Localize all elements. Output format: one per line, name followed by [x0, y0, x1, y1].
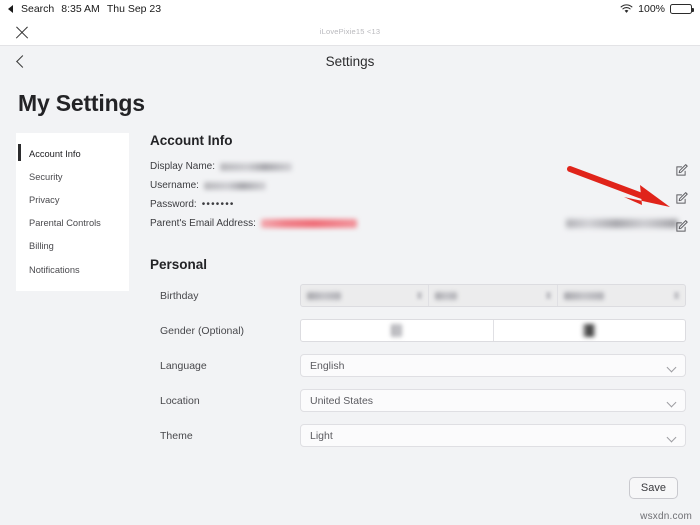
sidebar-item-notifications[interactable]: Notifications [16, 258, 129, 281]
app-top-bar: iLovePixie15 <13 [0, 18, 700, 46]
personal-heading: Personal [150, 257, 686, 272]
birthday-field [300, 284, 686, 307]
gender-option-2-value-redacted [582, 324, 596, 337]
password-value: ••••••• [202, 199, 235, 210]
theme-label: Theme [150, 430, 300, 442]
form-row-gender: Gender (Optional) [150, 319, 686, 342]
status-bar-left: Search 8:35 AM Thu Sep 23 [8, 3, 161, 15]
birthday-label: Birthday [150, 290, 300, 302]
edit-icon-display-name[interactable] [675, 162, 690, 177]
row-parent-email: Parent's Email Address: [150, 214, 686, 233]
status-bar-date: Thu Sep 23 [107, 3, 161, 15]
save-button-container: Save [629, 477, 678, 499]
language-field: English [300, 354, 686, 377]
location-select-value: United States [310, 395, 373, 407]
sidebar-item-parental-controls[interactable]: Parental Controls [16, 212, 129, 235]
display-name-value-redacted [220, 163, 292, 171]
chevron-down-icon [546, 292, 551, 299]
settings-page: My Settings Account Info Security Privac… [0, 77, 700, 525]
birthday-day-select[interactable] [429, 285, 557, 306]
save-button[interactable]: Save [629, 477, 678, 499]
row-display-name: Display Name: [150, 157, 686, 176]
nav-title: Settings [0, 54, 700, 69]
account-info-heading: Account Info [150, 133, 686, 148]
language-select-value: English [310, 360, 344, 372]
edit-icon-password[interactable] [675, 218, 690, 233]
ios-status-bar: Search 8:35 AM Thu Sep 23 100% [0, 0, 700, 18]
form-row-birthday: Birthday [150, 284, 686, 307]
status-bar-time: 8:35 AM [61, 3, 100, 15]
back-triangle-icon[interactable] [8, 5, 13, 13]
status-bar-back-label[interactable]: Search [21, 3, 54, 15]
battery-icon [670, 4, 692, 14]
add-parent-email-link[interactable] [566, 219, 678, 228]
password-label: Password: [150, 199, 197, 210]
birthday-year-value-redacted [564, 292, 604, 300]
gender-option-1[interactable] [301, 320, 494, 341]
theme-select-value: Light [310, 430, 333, 442]
parent-email-value-redacted [261, 219, 357, 228]
row-password: Password: ••••••• [150, 195, 686, 214]
chevron-left-icon[interactable] [14, 55, 27, 68]
form-row-location: Location United States [150, 389, 686, 412]
language-label: Language [150, 360, 300, 372]
watermark: wsxdn.com [640, 511, 692, 522]
sidebar-item-label: Security [29, 172, 63, 182]
gender-field [300, 319, 686, 342]
sidebar-item-label: Notifications [29, 265, 80, 275]
sidebar-item-label: Privacy [29, 195, 59, 205]
sidebar-item-label: Account Info [29, 149, 81, 159]
form-row-theme: Theme Light [150, 424, 686, 447]
birthday-segmented-control[interactable] [300, 284, 686, 307]
location-label: Location [150, 395, 300, 407]
birthday-month-value-redacted [307, 292, 341, 300]
username-label: Username: [150, 180, 199, 191]
chevron-down-icon [667, 433, 677, 443]
edit-icon-username[interactable] [675, 190, 690, 205]
edit-icons-column [675, 162, 690, 233]
gender-segmented-control[interactable] [300, 319, 686, 342]
gender-label: Gender (Optional) [150, 325, 300, 337]
location-field: United States [300, 389, 686, 412]
language-select[interactable]: English [300, 354, 686, 377]
row-username: Username: [150, 176, 686, 195]
page-title: My Settings [0, 77, 700, 117]
birthday-month-select[interactable] [301, 285, 429, 306]
sidebar-item-account-info[interactable]: Account Info [16, 142, 129, 165]
session-title: iLovePixie15 <13 [0, 27, 700, 36]
nav-bar: Settings [0, 46, 700, 77]
sidebar-item-privacy[interactable]: Privacy [16, 188, 129, 211]
form-row-language: Language English [150, 354, 686, 377]
birthday-day-value-redacted [435, 292, 457, 300]
theme-field: Light [300, 424, 686, 447]
location-select[interactable]: United States [300, 389, 686, 412]
chevron-down-icon [667, 363, 677, 373]
chevron-down-icon [667, 398, 677, 408]
birthday-year-select[interactable] [558, 285, 685, 306]
theme-select[interactable]: Light [300, 424, 686, 447]
sidebar-item-label: Parental Controls [29, 218, 101, 228]
settings-sidebar: Account Info Security Privacy Parental C… [16, 133, 129, 291]
parent-email-label: Parent's Email Address: [150, 218, 256, 229]
sidebar-item-billing[interactable]: Billing [16, 235, 129, 258]
status-bar-right: 100% [620, 3, 692, 15]
chevron-down-icon [417, 292, 422, 299]
close-icon[interactable] [14, 24, 30, 40]
gender-option-2[interactable] [494, 320, 686, 341]
wifi-icon [620, 4, 633, 14]
battery-percent-label: 100% [638, 3, 665, 15]
page-content: Account Info Security Privacy Parental C… [0, 117, 700, 459]
chevron-down-icon [674, 292, 679, 299]
settings-main: Account Info Display Name: Username: Pas… [129, 133, 700, 459]
gender-option-1-value-redacted [391, 324, 402, 337]
display-name-label: Display Name: [150, 161, 215, 172]
sidebar-item-security[interactable]: Security [16, 165, 129, 188]
sidebar-item-label: Billing [29, 241, 54, 251]
username-value-redacted [204, 182, 266, 190]
